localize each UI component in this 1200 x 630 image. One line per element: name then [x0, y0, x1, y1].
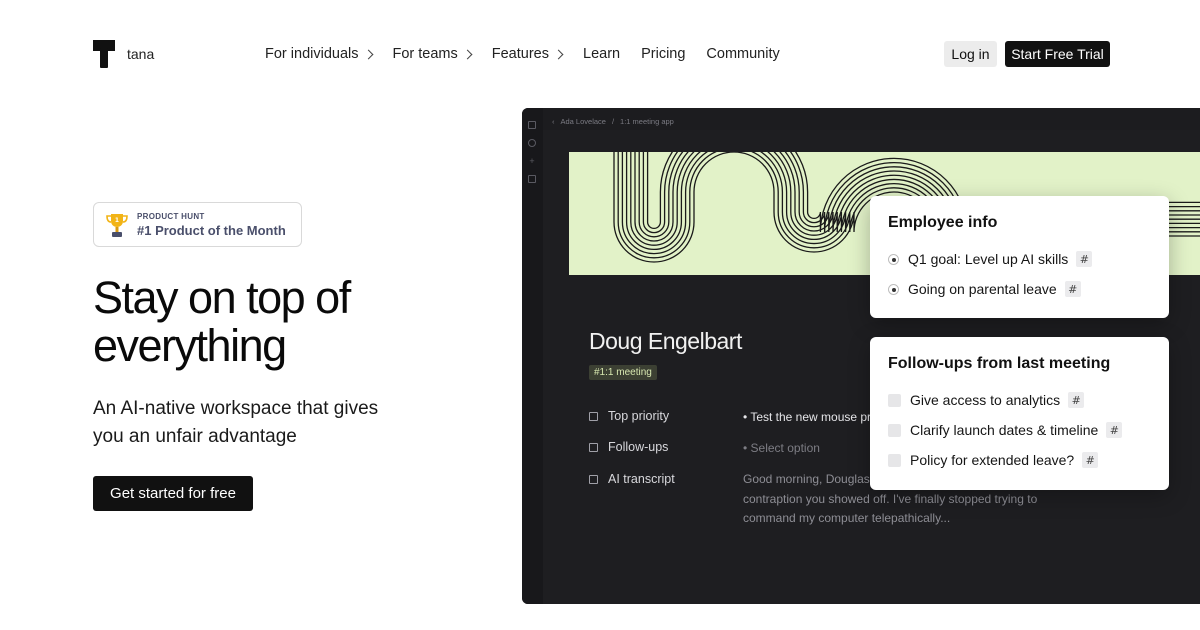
nav-item-learn[interactable]: Learn [583, 46, 620, 62]
checkbox[interactable] [888, 453, 901, 467]
field-follow-ups: Follow-ups [589, 440, 668, 454]
tana-logo-mark-icon [93, 40, 115, 68]
bullet-icon [888, 253, 899, 265]
hero-subheadline: An AI-native workspace that gives you an… [93, 398, 379, 447]
nav-item-label: Features [491, 46, 549, 62]
badge-text: PRODUCT HUNT #1 Product of the Month [137, 212, 286, 238]
app-sidebar-rail: + [522, 108, 543, 604]
hero-headline: Stay on top of everything [93, 272, 351, 371]
brand-name: tana [127, 46, 155, 62]
panel-icon [528, 121, 536, 129]
checkbox[interactable] [888, 423, 901, 437]
tag-hash-icon[interactable]: # [1064, 281, 1081, 297]
field-label: Follow-ups [608, 440, 669, 454]
field-label: Top priority [608, 409, 670, 423]
field-top-priority: Top priority [589, 409, 669, 423]
employee-info-card: Employee info Q1 goal: Level up AI skill… [870, 196, 1169, 318]
field-ai-transcript: AI transcript [589, 472, 675, 486]
nav-item-label: Pricing [641, 46, 686, 62]
card-title: Employee info [888, 214, 998, 231]
checklist-item[interactable]: Clarify launch dates & timeline # [888, 415, 1151, 445]
nav-item-pricing[interactable]: Pricing [641, 46, 685, 62]
item-text: Policy for extended leave? [910, 452, 1075, 468]
item-text: Going on parental leave [908, 281, 1057, 297]
start-free-trial-button[interactable]: Start Free Trial [1005, 41, 1110, 67]
item-text: Q1 goal: Level up AI skills [908, 251, 1069, 267]
select-option[interactable]: • Select option [743, 441, 820, 455]
back-icon [528, 139, 536, 147]
main-nav: For individuals For teams Features Learn… [265, 44, 801, 64]
badge-title: #1 Product of the Month [137, 222, 286, 238]
calendar-icon [528, 175, 536, 183]
checkbox[interactable] [888, 393, 901, 407]
chevron-right-icon [363, 49, 373, 60]
doc-title: Doug Engelbart [589, 328, 742, 354]
checklist-item[interactable]: Policy for extended leave? # [888, 445, 1151, 475]
app-breadcrumb: ‹ Ada Lovelace / 1:1 meeting app [552, 117, 674, 126]
product-hunt-badge[interactable]: 1 PRODUCT HUNT #1 Product of the Month [93, 202, 302, 247]
badge-source: PRODUCT HUNT [137, 211, 205, 221]
trophy-icon: 1 [106, 213, 128, 237]
get-started-button[interactable]: Get started for free [93, 476, 253, 511]
tana-logo[interactable]: tana [93, 40, 154, 68]
tag-hash-icon[interactable]: # [1076, 251, 1093, 267]
svg-text:1: 1 [115, 217, 119, 224]
nav-item-label: Learn [583, 46, 621, 62]
follow-ups-card: Follow-ups from last meeting Give access… [870, 337, 1169, 490]
tag-hash-icon[interactable]: # [1106, 422, 1123, 438]
nav-item-for-individuals[interactable]: For individuals [265, 46, 373, 62]
chevron-right-icon [462, 49, 473, 60]
list-item[interactable]: Q1 goal: Level up AI skills # [888, 244, 1151, 274]
field-label: AI transcript [608, 472, 675, 486]
login-button[interactable]: Log in [944, 41, 997, 67]
item-text: Give access to analytics [910, 392, 1061, 408]
tag-hash-icon[interactable]: # [1068, 392, 1085, 408]
field-icon [589, 474, 598, 484]
field-icon [589, 411, 598, 421]
nav-item-for-teams[interactable]: For teams [392, 46, 473, 62]
bullet-icon [888, 283, 899, 295]
nav-item-label: For teams [392, 46, 458, 62]
nav-item-label: For individuals [265, 46, 359, 62]
back-chevron-icon: ‹ [552, 117, 555, 126]
add-icon: + [529, 156, 535, 166]
checklist-item[interactable]: Give access to analytics # [888, 385, 1151, 415]
item-text: Clarify launch dates & timeline [910, 422, 1099, 438]
nav-item-label: Community [706, 46, 780, 62]
nav-item-community[interactable]: Community [706, 46, 779, 62]
field-icon [589, 442, 598, 452]
nav-item-features[interactable]: Features [491, 46, 564, 62]
tag-hash-icon[interactable]: # [1082, 452, 1099, 468]
chevron-right-icon [553, 49, 564, 60]
breadcrumb-separator: / [611, 117, 615, 126]
list-item[interactable]: Going on parental leave # [888, 274, 1151, 304]
breadcrumb-item: Ada Lovelace [560, 117, 606, 126]
card-title: Follow-ups from last meeting [888, 355, 1111, 372]
doc-tag[interactable]: #1:1 meeting [589, 365, 657, 380]
breadcrumb-item: 1:1 meeting app [620, 117, 674, 126]
